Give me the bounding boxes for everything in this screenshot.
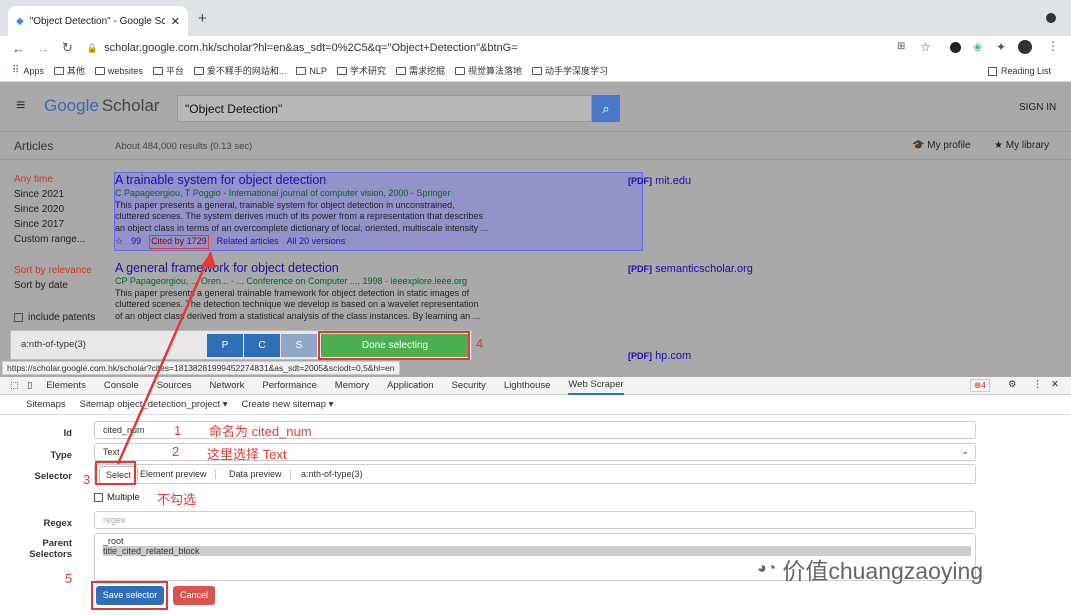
wechat-icon: ◕◔ bbox=[757, 560, 777, 577]
watermark: ◕◔ 价值chuangzaoying bbox=[757, 552, 983, 586]
pointer-arrow bbox=[116, 251, 216, 465]
watermark-text: 价值chuangzaoying bbox=[782, 558, 984, 584]
